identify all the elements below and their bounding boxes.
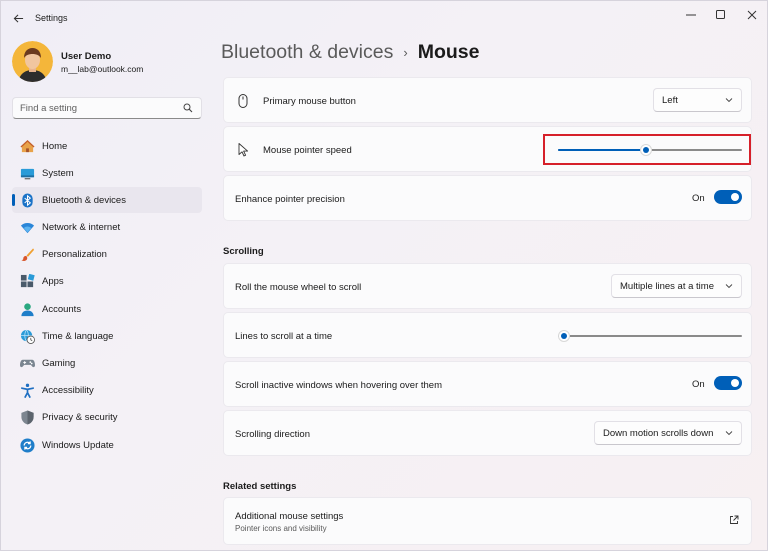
gamepad-icon <box>20 356 35 371</box>
scroll-direction-dropdown[interactable]: Down motion scrolls down <box>594 421 742 445</box>
highlight-box <box>543 134 751 165</box>
sidebar-item-accessibility[interactable]: Accessibility <box>12 378 202 404</box>
sidebar-item-apps[interactable]: Apps <box>12 269 202 295</box>
search-input[interactable] <box>20 103 180 114</box>
update-icon <box>20 438 35 453</box>
sidebar-item-label: Network & internet <box>42 222 120 233</box>
minimize-button[interactable] <box>676 5 706 25</box>
slider-track <box>558 335 742 337</box>
related-settings-title: Related settings <box>223 481 296 492</box>
lines-to-scroll-card: Lines to scroll at a time <box>223 312 752 358</box>
scroll-direction-card: Scrolling direction Down motion scrolls … <box>223 410 752 456</box>
additional-settings-title: Additional mouse settings <box>235 511 343 522</box>
sidebar-item-gaming[interactable]: Gaming <box>12 351 202 377</box>
user-email: m__lab@outlook.com <box>61 64 143 74</box>
chevron-right-icon: › <box>403 45 407 60</box>
sidebar-item-accounts[interactable]: Accounts <box>12 296 202 322</box>
sidebar-item-label: Home <box>42 141 67 152</box>
sidebar-item-windows-update[interactable]: Windows Update <box>12 432 202 458</box>
sidebar-item-label: Apps <box>42 276 64 287</box>
chevron-down-icon <box>725 282 733 290</box>
home-icon <box>20 139 35 154</box>
toggle-state-label: On <box>692 379 705 390</box>
external-link-icon <box>729 515 739 525</box>
sidebar-item-label: Accessibility <box>42 385 94 396</box>
settings-window: Settings User Demo m__lab@outlook.com <box>0 0 768 551</box>
slider-thumb[interactable] <box>558 330 570 342</box>
dropdown-value: Multiple lines at a time <box>620 281 714 292</box>
mouse-icon <box>235 93 251 109</box>
sidebar-item-label: Accounts <box>42 304 81 315</box>
enhance-precision-toggle[interactable] <box>714 190 742 204</box>
minimize-icon <box>686 10 696 20</box>
lines-to-scroll-label: Lines to scroll at a time <box>235 331 332 342</box>
sidebar-item-privacy[interactable]: Privacy & security <box>12 405 202 431</box>
dropdown-value: Left <box>662 95 678 106</box>
toggle-state-label: On <box>692 193 705 204</box>
sidebar-item-home[interactable]: Home <box>12 133 202 159</box>
globe-clock-icon <box>20 329 35 344</box>
additional-mouse-settings-card[interactable]: Additional mouse settings Pointer icons … <box>223 497 752 545</box>
sidebar-item-label: Gaming <box>42 358 75 369</box>
additional-settings-subtitle: Pointer icons and visibility <box>235 524 327 533</box>
close-icon <box>747 10 757 20</box>
page-title: Mouse <box>418 41 480 64</box>
sidebar-item-personalization[interactable]: Personalization <box>12 242 202 268</box>
close-button[interactable] <box>737 5 767 25</box>
system-icon <box>20 166 35 181</box>
cursor-arrow-icon <box>235 142 251 158</box>
apps-icon <box>20 274 35 289</box>
primary-button-dropdown[interactable]: Left <box>653 88 742 112</box>
user-avatar-icon <box>12 41 53 82</box>
user-name: User Demo <box>61 51 111 62</box>
roll-wheel-dropdown[interactable]: Multiple lines at a time <box>611 274 742 298</box>
title-bar: Settings <box>1 1 767 33</box>
scrolling-section-title: Scrolling <box>223 246 264 257</box>
sidebar-item-label: System <box>42 168 74 179</box>
enhance-precision-label: Enhance pointer precision <box>235 194 345 205</box>
maximize-icon <box>716 10 726 20</box>
accessibility-icon <box>20 383 35 398</box>
primary-button-card: Primary mouse button Left <box>223 77 752 123</box>
sidebar-item-system[interactable]: System <box>12 160 202 186</box>
scroll-inactive-toggle[interactable] <box>714 376 742 390</box>
avatar[interactable] <box>12 41 53 82</box>
search-box[interactable] <box>12 97 202 119</box>
sidebar-item-label: Bluetooth & devices <box>42 195 126 206</box>
roll-wheel-card: Roll the mouse wheel to scroll Multiple … <box>223 263 752 309</box>
breadcrumb: Bluetooth & devices › Mouse <box>221 41 479 64</box>
sidebar-item-label: Personalization <box>42 249 107 260</box>
scroll-direction-label: Scrolling direction <box>235 429 310 440</box>
scroll-inactive-card: Scroll inactive windows when hovering ov… <box>223 361 752 407</box>
back-button[interactable] <box>9 9 27 27</box>
lines-to-scroll-slider[interactable] <box>558 328 742 344</box>
sidebar-item-label: Windows Update <box>42 440 114 451</box>
accounts-icon <box>20 302 35 317</box>
sidebar-nav: Home System Bluetooth & devices Network … <box>12 133 202 459</box>
toggle-knob <box>731 193 739 201</box>
dropdown-value: Down motion scrolls down <box>603 428 713 439</box>
sidebar-item-network[interactable]: Network & internet <box>12 215 202 241</box>
enhance-precision-card: Enhance pointer precision On <box>223 175 752 221</box>
wifi-icon <box>20 220 35 235</box>
sidebar-item-label: Privacy & security <box>42 412 118 423</box>
sidebar-item-label: Time & language <box>42 331 113 342</box>
primary-button-label: Primary mouse button <box>263 96 356 107</box>
search-icon <box>183 103 193 113</box>
maximize-button[interactable] <box>706 5 736 25</box>
app-title: Settings <box>35 13 68 23</box>
toggle-knob <box>731 379 739 387</box>
scroll-inactive-label: Scroll inactive windows when hovering ov… <box>235 380 442 391</box>
back-arrow-icon <box>13 13 24 24</box>
shield-icon <box>20 410 35 425</box>
roll-wheel-label: Roll the mouse wheel to scroll <box>235 282 361 293</box>
pointer-speed-label: Mouse pointer speed <box>263 145 352 156</box>
chevron-down-icon <box>725 96 733 104</box>
sidebar-item-bluetooth[interactable]: Bluetooth & devices <box>12 187 202 213</box>
chevron-down-icon <box>725 429 733 437</box>
breadcrumb-parent[interactable]: Bluetooth & devices <box>221 41 393 64</box>
bluetooth-icon <box>20 193 35 208</box>
brush-icon <box>20 247 35 262</box>
sidebar-item-time-language[interactable]: Time & language <box>12 323 202 349</box>
